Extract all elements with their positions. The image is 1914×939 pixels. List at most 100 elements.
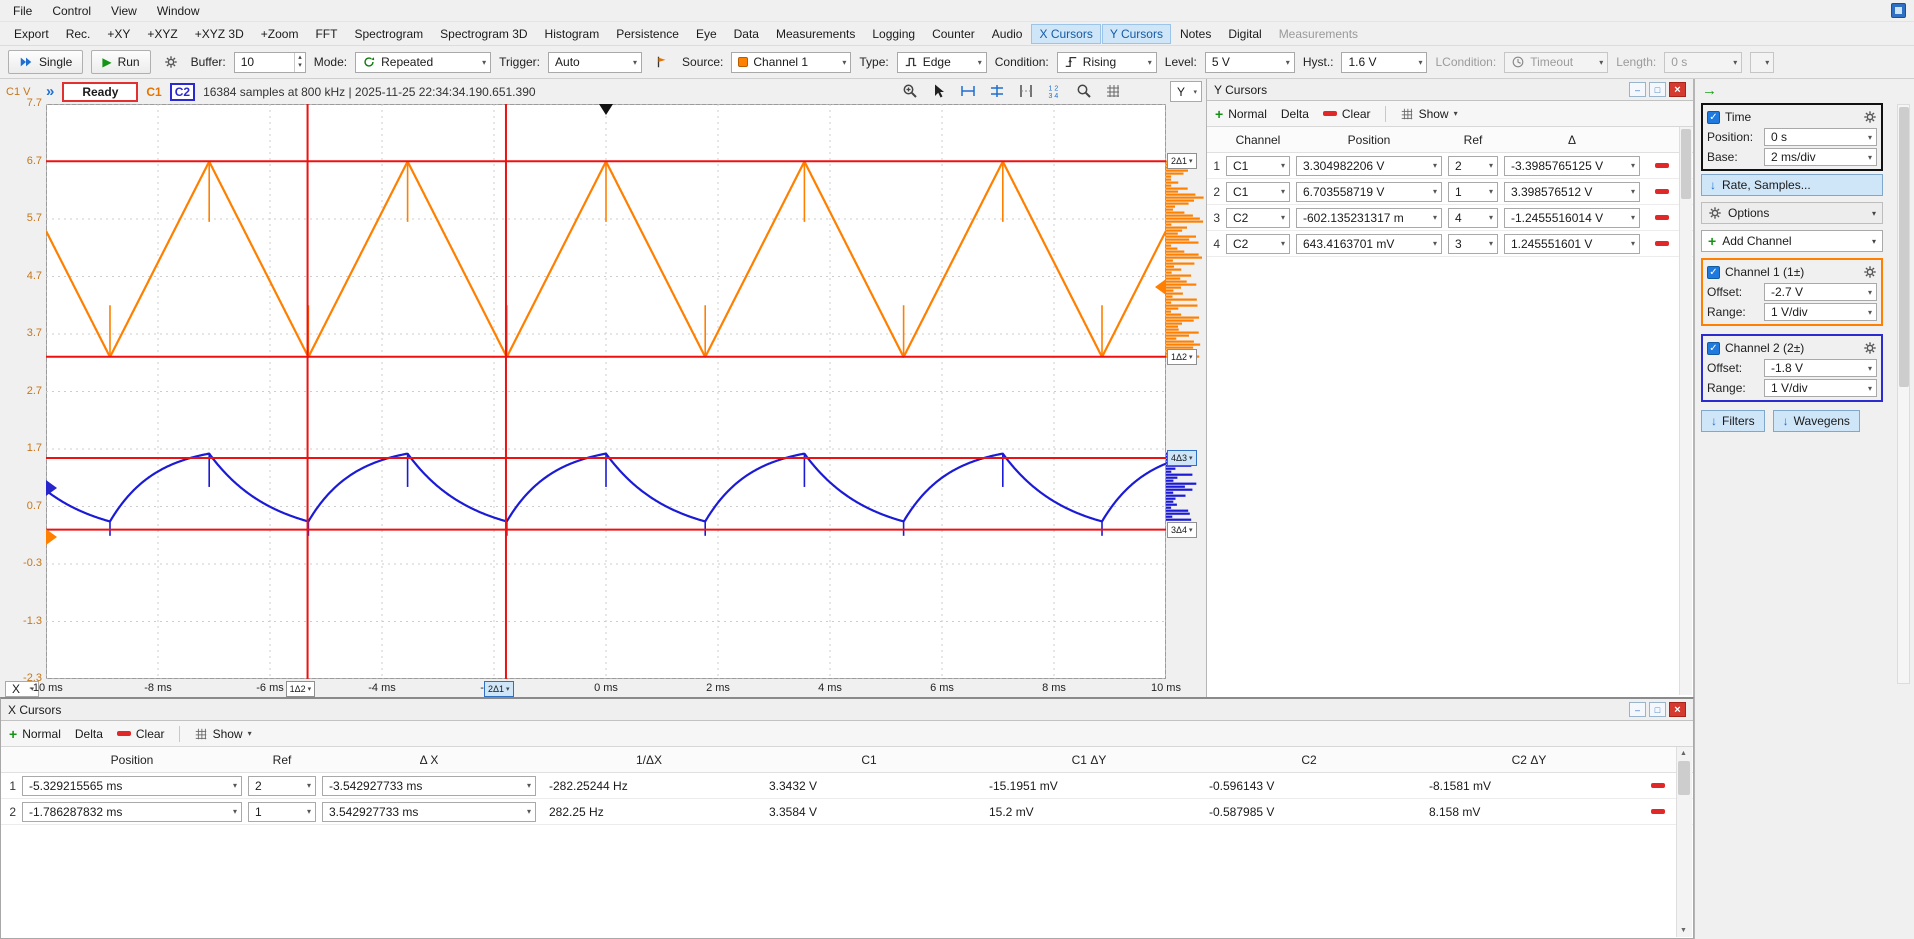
cursor-channel-dropdown[interactable]: C1▾ bbox=[1226, 182, 1290, 202]
x-cursor-marker[interactable]: 1Δ2▾ bbox=[286, 681, 316, 697]
tab-digital[interactable]: Digital bbox=[1220, 24, 1269, 44]
cursor-position-dropdown[interactable]: 6.703558719 V▾ bbox=[1296, 182, 1442, 202]
tab-histogram[interactable]: Histogram bbox=[537, 24, 608, 44]
rate-samples-button[interactable]: ↓ Rate, Samples... bbox=[1701, 174, 1883, 196]
cursor-delta-dropdown[interactable]: 3.398576512 V▾ bbox=[1504, 182, 1640, 202]
delta-cursor-button[interactable]: Delta bbox=[75, 727, 103, 741]
y-axis-dropdown[interactable]: Y▾ bbox=[1170, 81, 1202, 102]
restore-icon[interactable]: □ bbox=[1649, 82, 1666, 97]
remove-cursor-button[interactable] bbox=[1655, 215, 1669, 220]
cursor-position-dropdown[interactable]: 643.4163701 mV▾ bbox=[1296, 234, 1442, 254]
y-cursors-titlebar[interactable]: Y Cursors – □ × bbox=[1207, 79, 1693, 101]
tab-export[interactable]: Export bbox=[6, 24, 57, 44]
minimize-icon[interactable]: – bbox=[1629, 82, 1646, 97]
gear-icon[interactable] bbox=[1863, 110, 1877, 124]
x-cursor-marker[interactable]: 2Δ1▾ bbox=[484, 681, 514, 697]
x-cursors-titlebar[interactable]: X Cursors – □ × bbox=[1, 699, 1693, 721]
cursor-ref-dropdown[interactable]: 1▾ bbox=[248, 802, 316, 822]
remove-cursor-button[interactable] bbox=[1655, 163, 1669, 168]
remove-cursor-button[interactable] bbox=[1651, 809, 1665, 814]
filters-button[interactable]: ↓Filters bbox=[1701, 410, 1765, 432]
channel1-range-dropdown[interactable]: 1 V/div▾ bbox=[1764, 303, 1877, 321]
channel1-checkbox[interactable]: ✓ bbox=[1707, 266, 1720, 279]
y-cursor-marker[interactable]: 3Δ4▾ bbox=[1167, 522, 1197, 538]
cursor-delta-dropdown[interactable]: -1.2455516014 V▾ bbox=[1504, 208, 1640, 228]
cursor-ref-dropdown[interactable]: 4▾ bbox=[1448, 208, 1498, 228]
cursor-position-dropdown[interactable]: -602.135231317 m▾ bbox=[1296, 208, 1442, 228]
gear-icon[interactable] bbox=[1863, 265, 1877, 279]
buffer-spinner[interactable]: 10 ▴▾ bbox=[234, 52, 306, 73]
mode-dropdown[interactable]: Repeated▾ bbox=[355, 52, 491, 73]
scrollbar-thumb[interactable] bbox=[1899, 107, 1909, 387]
tab-logging[interactable]: Logging bbox=[864, 24, 923, 44]
cursor-channel-dropdown[interactable]: C2▾ bbox=[1226, 234, 1290, 254]
time-checkbox[interactable]: ✓ bbox=[1707, 111, 1720, 124]
align-icon[interactable] bbox=[987, 81, 1007, 101]
acquisition-gear-button[interactable] bbox=[159, 50, 183, 74]
show-menu-button[interactable]: Show▾ bbox=[194, 727, 252, 741]
single-button[interactable]: Single bbox=[8, 50, 83, 74]
tab-spectrogram3d[interactable]: Spectrogram 3D bbox=[432, 24, 535, 44]
tab-counter[interactable]: Counter bbox=[924, 24, 983, 44]
remove-cursor-button[interactable] bbox=[1651, 783, 1665, 788]
cursor-ref-dropdown[interactable]: 2▾ bbox=[1448, 156, 1498, 176]
channel2-checkbox[interactable]: ✓ bbox=[1707, 342, 1720, 355]
cursor-position-dropdown[interactable]: -5.329215565 ms▾ bbox=[22, 776, 242, 796]
remove-cursor-button[interactable] bbox=[1655, 189, 1669, 194]
tab-y-cursors[interactable]: Y Cursors bbox=[1102, 24, 1171, 44]
wavegens-button[interactable]: ↓Wavegens bbox=[1773, 410, 1860, 432]
channels-1234-icon[interactable] bbox=[1045, 81, 1065, 101]
source-dropdown[interactable]: Channel 1▾ bbox=[731, 52, 851, 73]
add-normal-cursor-button[interactable]: +Normal bbox=[1215, 106, 1267, 122]
add-channel-button[interactable]: + Add Channel ▾ bbox=[1701, 230, 1883, 252]
y-cursor-marker[interactable]: 4Δ3▾ bbox=[1167, 450, 1197, 466]
tab-data[interactable]: Data bbox=[726, 24, 767, 44]
scrollbar-thumb[interactable] bbox=[1678, 761, 1690, 795]
menu-view[interactable]: View bbox=[102, 2, 146, 20]
window-icon[interactable] bbox=[1891, 3, 1906, 18]
channel2-range-dropdown[interactable]: 1 V/div▾ bbox=[1764, 379, 1877, 397]
zoom-icon[interactable] bbox=[1074, 81, 1094, 101]
y-cursor-marker[interactable]: 2Δ1▾ bbox=[1167, 153, 1197, 169]
run-button[interactable]: ▶ Run bbox=[91, 50, 150, 74]
fit-horizontal-icon[interactable] bbox=[958, 81, 978, 101]
gear-icon[interactable] bbox=[1863, 341, 1877, 355]
show-menu-button[interactable]: Show▾ bbox=[1400, 107, 1458, 121]
type-dropdown[interactable]: Edge▾ bbox=[897, 52, 987, 73]
oscilloscope-plot[interactable] bbox=[46, 104, 1166, 679]
cursor-ref-dropdown[interactable]: 2▾ bbox=[248, 776, 316, 796]
hyst-dropdown[interactable]: 1.6 V▾ bbox=[1341, 52, 1427, 73]
time-base-dropdown[interactable]: 2 ms/div▾ bbox=[1764, 148, 1877, 166]
trigger-dropdown[interactable]: Auto▾ bbox=[548, 52, 642, 73]
time-position-dropdown[interactable]: 0 s▾ bbox=[1764, 128, 1877, 146]
cursor-position-dropdown[interactable]: -1.786287832 ms▾ bbox=[22, 802, 242, 822]
cursor-ref-dropdown[interactable]: 1▾ bbox=[1448, 182, 1498, 202]
pointer-icon[interactable] bbox=[929, 81, 949, 101]
scrollbar[interactable]: ▲ ▼ bbox=[1676, 747, 1692, 937]
cursor-position-dropdown[interactable]: 3.304982206 V▾ bbox=[1296, 156, 1442, 176]
trigger-flag-icon[interactable] bbox=[650, 50, 674, 74]
scroll-down-icon[interactable]: ▼ bbox=[1677, 924, 1690, 937]
tab-persistence[interactable]: Persistence bbox=[608, 24, 687, 44]
close-icon[interactable]: × bbox=[1669, 702, 1686, 717]
tab-notes[interactable]: Notes bbox=[1172, 24, 1219, 44]
menu-control[interactable]: Control bbox=[43, 2, 100, 20]
options-button[interactable]: Options ▾ bbox=[1701, 202, 1883, 224]
clear-cursors-button[interactable]: Clear bbox=[117, 727, 165, 741]
scrollbar-thumb[interactable] bbox=[1681, 129, 1691, 199]
cursor-channel-dropdown[interactable]: C1▾ bbox=[1226, 156, 1290, 176]
tab-zoom[interactable]: +Zoom bbox=[253, 24, 307, 44]
tab-audio[interactable]: Audio bbox=[984, 24, 1031, 44]
y-cursor-marker[interactable]: 1Δ2▾ bbox=[1167, 349, 1197, 365]
cursor-dx-dropdown[interactable]: 3.542927733 ms▾ bbox=[322, 802, 536, 822]
condition-dropdown[interactable]: Rising▾ bbox=[1057, 52, 1157, 73]
menu-file[interactable]: File bbox=[4, 2, 41, 20]
measure-icon[interactable] bbox=[1016, 81, 1036, 101]
cursor-delta-dropdown[interactable]: 1.245551601 V▾ bbox=[1504, 234, 1640, 254]
grid-settings-icon[interactable] bbox=[1103, 81, 1123, 101]
tab-spectrogram[interactable]: Spectrogram bbox=[346, 24, 431, 44]
cursor-dx-dropdown[interactable]: -3.542927733 ms▾ bbox=[322, 776, 536, 796]
tab-xyz3d[interactable]: +XYZ 3D bbox=[187, 24, 252, 44]
cursor-delta-dropdown[interactable]: -3.3985765125 V▾ bbox=[1504, 156, 1640, 176]
tab-measurements[interactable]: Measurements bbox=[768, 24, 863, 44]
